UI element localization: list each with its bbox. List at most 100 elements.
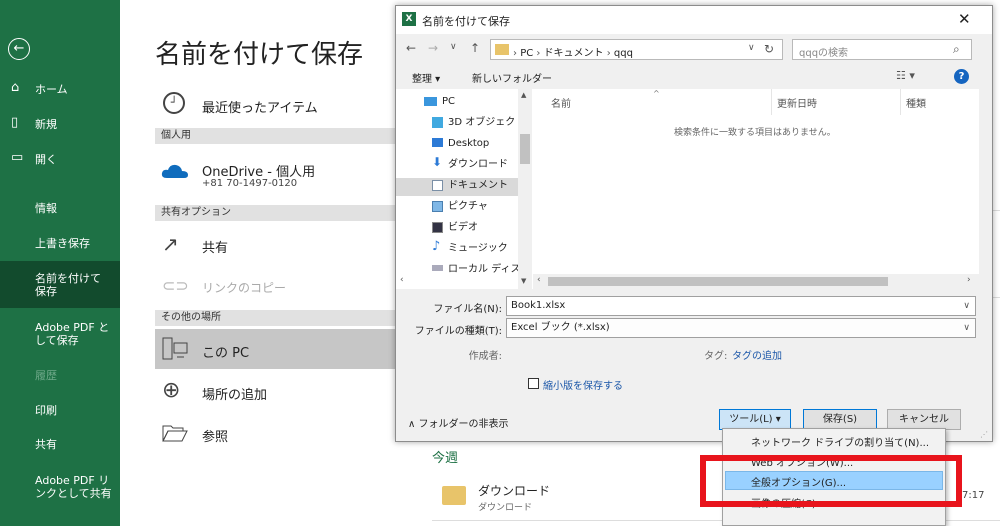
location-recent[interactable]: 最近使ったアイテム <box>202 97 318 116</box>
close-icon[interactable]: ✕ <box>958 10 971 28</box>
location-share[interactable]: 共有 <box>202 237 228 256</box>
chevron-down-icon[interactable]: ∨ <box>963 297 970 315</box>
dialog-titlebar: X 名前を付けて保存 ✕ <box>396 6 992 34</box>
breadcrumb-item[interactable]: PC <box>520 48 533 59</box>
tree-item-documents[interactable]: ドキュメント <box>448 179 508 193</box>
scroll-thumb[interactable] <box>520 134 530 164</box>
documents-icon <box>432 180 443 191</box>
tree-scroll-left-icon[interactable]: ‹ <box>400 275 404 285</box>
onedrive-account: +81 70-1497-0120 <box>202 178 298 189</box>
search-input[interactable]: qqqの検索 ⌕ <box>792 39 972 60</box>
scroll-up-icon[interactable]: ▲ <box>521 91 526 99</box>
forward-arrow-icon[interactable]: → <box>428 41 438 55</box>
pc-icon <box>424 97 437 106</box>
recent-dropdown-icon[interactable]: ∨ <box>450 42 457 52</box>
sidebar-item-info[interactable]: 情報 <box>0 202 120 215</box>
location-this-pc[interactable]: この PC <box>202 342 249 361</box>
refresh-icon[interactable]: ↻ <box>764 42 774 56</box>
location-browse[interactable]: 参照 <box>202 426 228 445</box>
sidebar-item-save-as[interactable]: 名前を付けて保存 <box>0 272 110 298</box>
folder-icon <box>442 486 466 505</box>
organize-button[interactable]: 整理 ▾ <box>412 70 440 85</box>
save-as-dialog: X 名前を付けて保存 ✕ ← → ∨ ↑ › PC › ドキュメント › qqq… <box>395 5 993 442</box>
file-list: 名前 ^ 更新日時 種類 検索条件に一致する項目はありません。 ‹ › <box>533 89 979 289</box>
open-folder-icon: ▭ <box>11 150 24 165</box>
sidebar-item-open[interactable]: ▭ 開く <box>0 150 120 166</box>
sidebar-item-label: 新規 <box>35 118 57 131</box>
tag-label: タグ: <box>704 351 728 362</box>
back-button[interactable]: ← <box>8 38 30 60</box>
up-arrow-icon[interactable]: ↑ <box>470 41 480 55</box>
cancel-button[interactable]: キャンセル <box>887 409 961 430</box>
breadcrumb-item[interactable]: ドキュメント <box>544 48 604 59</box>
help-icon[interactable]: ? <box>954 69 969 84</box>
address-dropdown-icon[interactable]: ∨ <box>748 43 755 53</box>
thumbnail-checkbox[interactable] <box>528 378 539 389</box>
empty-message: 検索条件に一致する項目はありません。 <box>674 128 836 138</box>
sidebar-item-share-pdf-link[interactable]: Adobe PDF リンクとして共有 <box>0 474 112 500</box>
sidebar-item-save[interactable]: 上書き保存 <box>0 237 120 250</box>
new-folder-button[interactable]: 新しいフォルダー <box>472 70 552 85</box>
tree-scrollbar[interactable]: ▲ ▼ <box>518 89 532 289</box>
sidebar-item-home[interactable]: ⌂ ホーム <box>0 81 120 96</box>
filename-input[interactable]: Book1.xlsx ∨ <box>506 296 976 316</box>
column-type[interactable]: 種類 <box>906 95 926 110</box>
sidebar-item-share[interactable]: 共有 <box>0 438 120 451</box>
horizontal-scrollbar[interactable]: ‹ › <box>533 274 979 289</box>
sidebar-item-print[interactable]: 印刷 <box>0 404 120 417</box>
recent-folder-name[interactable]: ダウンロード <box>478 482 550 499</box>
chevron-down-icon[interactable]: ∨ <box>963 319 970 337</box>
column-divider <box>771 89 772 115</box>
recent-folder-time: 7:17 <box>962 490 985 501</box>
tree-item-music[interactable]: ミュージック <box>448 242 508 256</box>
view-options-icon[interactable]: ☷ ▾ <box>896 69 915 82</box>
folder-browse-icon <box>162 423 188 443</box>
location-this-pc-selected[interactable] <box>155 329 400 369</box>
resize-grip-icon[interactable]: ⋰ <box>980 430 988 439</box>
tree-item-pictures[interactable]: ピクチャ <box>448 200 488 214</box>
sidebar-item-history: 履歴 <box>35 369 57 382</box>
scroll-down-icon[interactable]: ▼ <box>521 277 526 285</box>
sidebar-item-save-as-pdf[interactable]: Adobe PDF として保存 <box>0 321 110 347</box>
tools-label: ツール(L) <box>729 414 773 425</box>
author-label: 作成者: <box>468 351 502 362</box>
music-icon: ♪ <box>432 239 441 254</box>
tree-item-downloads[interactable]: ダウンロード <box>448 158 508 172</box>
sidebar-item-new[interactable]: ▯ 新規 <box>0 116 120 131</box>
globe-add-icon: ⊕ <box>162 378 181 403</box>
scroll-thumb[interactable] <box>548 277 888 286</box>
navigation-pane: PC 3D オブジェクト Desktop ⬇ ダウンロード ドキュメント ピクチ… <box>396 89 538 289</box>
back-arrow-icon[interactable]: ← <box>406 41 416 55</box>
filetype-select[interactable]: Excel ブック (*.xlsx) ∨ <box>506 318 976 338</box>
save-button[interactable]: 保存(S) <box>803 409 877 430</box>
filetype-value: Excel ブック (*.xlsx) <box>511 322 610 333</box>
desktop-icon <box>432 138 443 147</box>
menu-item-map-network-drive[interactable]: ネットワーク ドライブの割り当て(N)... <box>751 434 929 449</box>
recent-group-this-week: 今週 <box>432 451 459 466</box>
location-copy-link: リンクのコピー <box>202 281 287 295</box>
tree-item-pc[interactable]: PC <box>442 95 455 109</box>
local-disk-icon <box>432 265 443 271</box>
hide-folders-label: フォルダーの非表示 <box>418 419 509 430</box>
breadcrumb-item[interactable]: qqq <box>614 48 633 59</box>
link-icon: ⊂⊃ <box>162 276 189 295</box>
filename-label: ファイル名(N): <box>433 304 502 315</box>
column-name[interactable]: 名前 <box>551 95 571 110</box>
location-add-place[interactable]: 場所の追加 <box>202 384 267 403</box>
address-bar[interactable]: › PC › ドキュメント › qqq ∨ ↻ <box>490 39 783 60</box>
tree-item-videos[interactable]: ビデオ <box>448 221 478 235</box>
column-modified[interactable]: 更新日時 <box>777 95 817 110</box>
tools-button[interactable]: ツール(L) ▾ <box>719 409 791 430</box>
tag-add-link[interactable]: タグの追加 <box>732 347 782 362</box>
tree-item-3d-objects[interactable]: 3D オブジェクト <box>448 116 525 130</box>
scroll-right-icon[interactable]: › <box>967 275 971 285</box>
column-divider <box>900 89 901 115</box>
tree-item-desktop[interactable]: Desktop <box>448 137 489 151</box>
recent-folder-path: ダウンロード <box>478 503 533 513</box>
chevron-up-icon: ∧ <box>408 419 419 430</box>
scroll-left-icon[interactable]: ‹ <box>537 275 541 285</box>
section-header-other: その他の場所 <box>155 310 400 326</box>
thumbnail-label[interactable]: 縮小版を保存する <box>543 377 623 392</box>
hide-folders-button[interactable]: ∧ フォルダーの非表示 <box>408 415 509 430</box>
videos-icon <box>432 222 443 233</box>
